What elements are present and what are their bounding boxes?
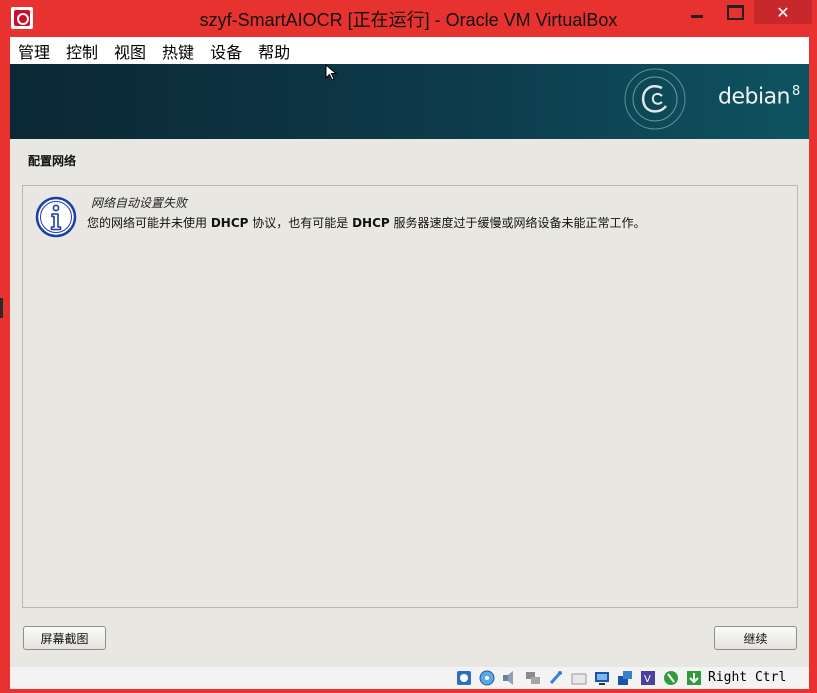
message-text-1: 您的网络可能并未使用: [87, 216, 211, 230]
menu-control[interactable]: 控制: [58, 39, 106, 63]
svg-text:V: V: [644, 674, 651, 685]
section-title: 配置网络: [28, 154, 77, 168]
shared-folder-icon[interactable]: [571, 670, 587, 686]
keyboard-capture-icon[interactable]: [686, 670, 702, 686]
message-panel: 网络自动设置失败 您的网络可能并未使用 DHCP 协议，也有可能是 DHCP 服…: [22, 185, 798, 608]
virtualization-icon[interactable]: V: [640, 670, 656, 686]
audio-icon[interactable]: [502, 670, 518, 686]
usb-icon[interactable]: [548, 670, 564, 686]
message-text-2: DHCP: [210, 216, 249, 230]
info-icon: [35, 196, 77, 238]
screenshot-button[interactable]: 屏幕截图: [23, 626, 106, 650]
hard-disk-icon[interactable]: [456, 670, 472, 686]
title-bar[interactable]: szyf-SmartAIOCR [正在运行] - Oracle VM Virtu…: [0, 0, 817, 36]
minimize-button[interactable]: [680, 0, 714, 24]
menu-bar: 管理 控制 视图 热键 设备 帮助: [10, 37, 809, 64]
message-body: 您的网络可能并未使用 DHCP 协议，也有可能是 DHCP 服务器速度过于缓慢或…: [87, 214, 646, 231]
debian-banner: debian 8: [10, 64, 809, 139]
message-text-4: DHCP: [352, 216, 390, 230]
maximize-button[interactable]: [717, 0, 753, 24]
close-icon: ✕: [776, 2, 790, 22]
debian-swirl-icon: [624, 68, 686, 130]
host-key-label: Right Ctrl: [708, 670, 787, 685]
video-capture-icon[interactable]: [617, 670, 633, 686]
minimize-icon: [691, 14, 703, 18]
display-icon[interactable]: [594, 670, 610, 686]
mouse-integration-icon[interactable]: [663, 670, 679, 686]
vm-screen[interactable]: debian 8 配置网络 网络自动设置失败 您的网络可能并未使用 DHCP 协议…: [10, 64, 809, 667]
optical-drive-icon[interactable]: [479, 670, 495, 686]
debian-logo-text: debian 8: [718, 84, 800, 109]
continue-button[interactable]: 继续: [714, 626, 797, 650]
network-icon[interactable]: [525, 670, 541, 686]
brand-name: debian: [718, 84, 791, 110]
window-frame: szyf-SmartAIOCR [正在运行] - Oracle VM Virtu…: [0, 0, 817, 693]
mouse-cursor-icon: [325, 64, 338, 81]
close-button[interactable]: ✕: [754, 0, 812, 24]
message-title: 网络自动设置失败: [91, 196, 188, 210]
window-edge-marker: [0, 298, 3, 318]
menu-help[interactable]: 帮助: [250, 39, 298, 63]
brand-version: 8: [792, 84, 800, 99]
message-text-3: 协议，也有可能是: [248, 216, 353, 230]
message-text-5: 服务器速度过于缓慢或网络设备未能正常工作。: [389, 216, 646, 230]
menu-manage[interactable]: 管理: [10, 39, 58, 63]
maximize-icon: [726, 4, 744, 20]
status-bar: V Right Ctrl: [10, 667, 809, 689]
menu-devices[interactable]: 设备: [202, 39, 250, 63]
menu-view[interactable]: 视图: [106, 39, 154, 63]
menu-hotkeys[interactable]: 热键: [154, 39, 202, 63]
